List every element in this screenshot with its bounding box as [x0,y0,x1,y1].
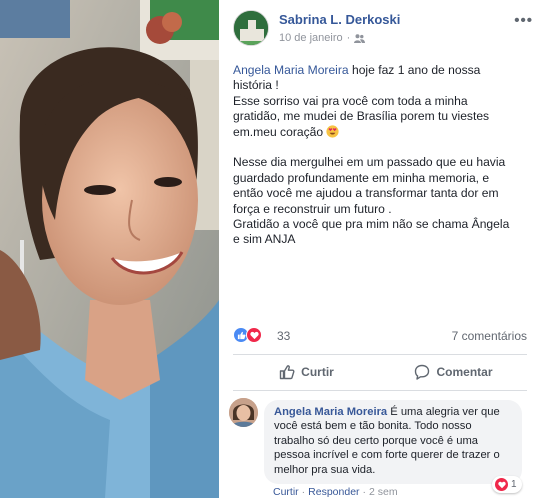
reactions-bar: 33 7 comentários [233,326,527,346]
friends-icon[interactable] [354,33,366,43]
commenter-avatar[interactable] [229,398,258,427]
post-text: Angela Maria Moreira hoje faz 1 ano de n… [233,63,533,248]
divider [233,390,527,391]
selfie-image [0,0,219,498]
post-actions: Curtir Comentar [233,358,527,386]
commenter-avatar-image [229,398,258,427]
dot-separator: · [362,486,367,498]
love-reaction-icon [495,478,508,491]
comment-actions: Curtir · Responder · 2 sem [273,486,398,498]
post-panel: Sabrina L. Derkoski 10 de janeiro · ••• … [219,0,540,498]
comment-like-link[interactable]: Curtir [273,486,299,498]
comment-reaction-count: 1 [511,479,517,490]
comment-count-link[interactable]: 7 comentários [452,329,527,343]
mention-link[interactable]: Angela Maria Moreira [233,63,349,77]
post-line: gratidão, me mudei de Brasília porem tu … [233,109,490,124]
like-button-label: Curtir [301,365,334,379]
reaction-icons[interactable] [233,327,262,343]
dot-separator: · [346,32,351,44]
love-reaction-icon [246,327,262,343]
post-meta: 10 de janeiro · [279,32,366,44]
post-line: em.meu coração [233,125,533,140]
author-name[interactable]: Sabrina L. Derkoski [279,12,400,27]
post-line: e sim ANJA [233,232,296,247]
dot-separator: · [301,486,306,498]
post-line: Esse sorriso vai pra você com toda a min… [233,93,468,108]
avatar-image [234,11,268,45]
like-button[interactable]: Curtir [233,358,380,386]
post-line: Nesse dia mergulhei em um passado que eu… [233,155,506,170]
post-line: força e reconstruir um futuro . [233,201,392,216]
post-header: Sabrina L. Derkoski 10 de janeiro · ••• [233,10,533,50]
post-line: história ! [233,78,279,93]
post-date[interactable]: 10 de janeiro [279,32,343,44]
comment-reply-link[interactable]: Responder [308,486,359,498]
reaction-count[interactable]: 33 [277,329,290,343]
post-line: então você me ajudou a transformar tanta… [233,186,499,201]
comment-bubble: Angela Maria Moreira É uma alegria ver q… [264,400,522,485]
comment-reaction-badge[interactable]: 1 [492,476,522,493]
post-line: guardado profundamente em minha memoria,… [233,170,490,185]
heart-eyes-emoji-icon [326,125,340,138]
post-photo[interactable] [0,0,219,498]
comment-button[interactable]: Comentar [380,358,527,386]
comment-timestamp[interactable]: 2 sem [369,486,398,498]
divider [233,354,527,355]
comment-button-label: Comentar [436,365,493,379]
post-line: Gratidão a você que pra mim não se chama… [233,217,510,232]
author-avatar[interactable] [233,10,269,46]
more-options-icon[interactable]: ••• [514,12,533,29]
speech-bubble-icon [415,364,430,380]
post-line: Angela Maria Moreira hoje faz 1 ano de n… [233,63,481,77]
thumbs-up-icon [279,365,295,380]
commenter-name[interactable]: Angela Maria Moreira [274,406,387,418]
